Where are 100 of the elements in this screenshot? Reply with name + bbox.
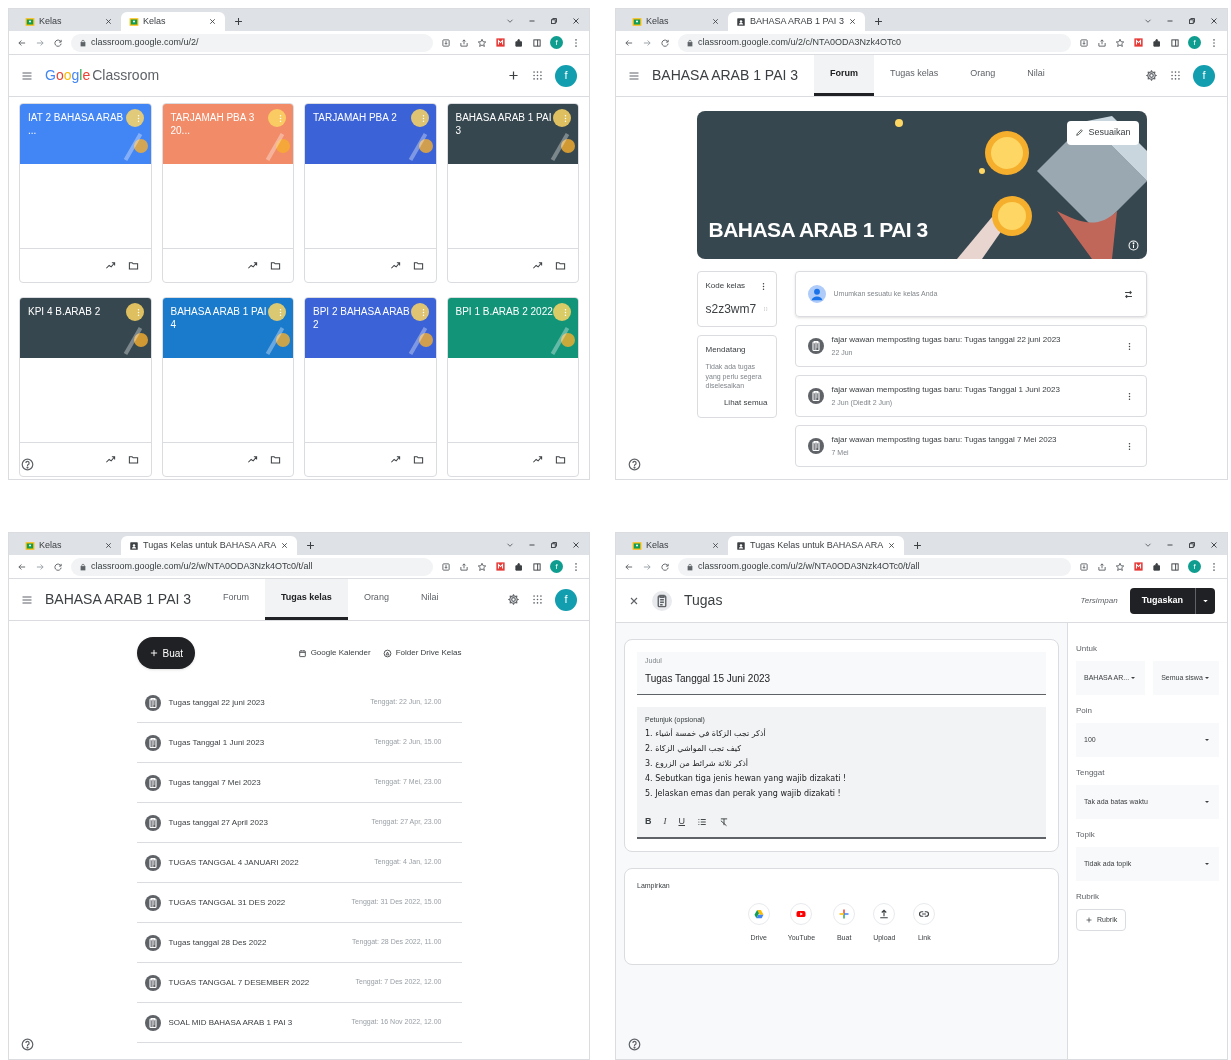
new-tab-icon[interactable] bbox=[872, 16, 884, 27]
progress-chart-icon[interactable] bbox=[532, 260, 543, 271]
reload-icon[interactable] bbox=[660, 37, 670, 48]
folder-icon[interactable] bbox=[127, 260, 139, 271]
class-card[interactable]: BAHASA ARAB 1 PAI 3 bbox=[446, 103, 579, 283]
side-panel-icon[interactable] bbox=[1170, 561, 1180, 572]
browser-tab[interactable]: Kelas bbox=[624, 536, 728, 555]
back-icon[interactable] bbox=[624, 561, 634, 572]
app-logo[interactable]: Google Classroom bbox=[45, 65, 160, 86]
close-tab-icon[interactable] bbox=[104, 541, 113, 550]
new-tab-icon[interactable] bbox=[912, 540, 924, 551]
assign-button[interactable]: Tugaskan bbox=[1129, 587, 1195, 614]
class-card[interactable]: TARJAMAH PBA 2 bbox=[304, 103, 437, 283]
reload-icon[interactable] bbox=[53, 37, 63, 48]
reload-icon[interactable] bbox=[53, 561, 63, 572]
side-panel-icon[interactable] bbox=[1170, 37, 1180, 48]
bold-button[interactable]: B bbox=[645, 815, 652, 829]
address-field[interactable]: classroom.google.com/u/2/w/NTA0ODA3Nzk4OTc0/t/all bbox=[71, 557, 433, 576]
apps-grid-icon[interactable] bbox=[532, 594, 543, 605]
bookmark-star-icon[interactable] bbox=[477, 561, 487, 572]
share-icon[interactable] bbox=[459, 561, 469, 572]
class-name[interactable]: BAHASA ARAB 1 PAI 4 bbox=[170, 306, 272, 331]
reload-icon[interactable] bbox=[660, 561, 670, 572]
close-window-icon[interactable] bbox=[571, 16, 581, 26]
class-card[interactable]: BPI 2 BAHASA ARAB 2 bbox=[304, 297, 437, 477]
new-tab-icon[interactable] bbox=[305, 540, 317, 551]
address-field[interactable]: classroom.google.com/u/2/w/NTA0ODA3Nzk4OTc0/t/all bbox=[678, 557, 1071, 576]
drive-folder-link[interactable]: Folder Drive Kelas bbox=[382, 647, 462, 659]
progress-chart-icon[interactable] bbox=[104, 260, 116, 271]
class-card[interactable]: BPI 1 B.ARAB 2 2022 bbox=[446, 297, 579, 477]
progress-chart-icon[interactable] bbox=[247, 454, 258, 465]
help-icon[interactable] bbox=[628, 458, 641, 471]
address-field[interactable]: classroom.google.com/u/2/ bbox=[71, 33, 433, 52]
settings-icon[interactable] bbox=[507, 593, 520, 606]
folder-icon[interactable] bbox=[555, 454, 566, 465]
info-icon[interactable] bbox=[1127, 240, 1139, 251]
nav-tab[interactable]: Forum bbox=[814, 55, 874, 96]
class-card[interactable]: KPI 4 B.ARAB 2 bbox=[19, 297, 152, 477]
close-tab-icon[interactable] bbox=[711, 541, 720, 550]
close-window-icon[interactable] bbox=[571, 540, 581, 550]
extensions-puzzle-icon[interactable] bbox=[1152, 561, 1162, 572]
extension-icon[interactable] bbox=[495, 561, 506, 572]
restore-icon[interactable] bbox=[549, 540, 559, 550]
browser-tab[interactable]: Kelas bbox=[121, 12, 225, 31]
nav-tab[interactable]: Tugas kelas bbox=[265, 579, 348, 620]
browser-tab[interactable]: BAHASA ARAB 1 PAI 3 bbox=[728, 12, 865, 31]
class-name[interactable]: BAHASA ARAB 1 PAI 3 bbox=[455, 112, 557, 137]
share-icon[interactable] bbox=[459, 37, 469, 48]
nav-tab[interactable]: Forum bbox=[207, 579, 265, 620]
browser-tab[interactable]: Tugas Kelas untuk BAHASA ARA bbox=[121, 536, 298, 555]
close-tab-icon[interactable] bbox=[711, 17, 720, 26]
apps-grid-icon[interactable] bbox=[532, 70, 543, 81]
back-icon[interactable] bbox=[17, 37, 27, 48]
view-all-link[interactable]: Lihat semua bbox=[723, 396, 768, 409]
progress-chart-icon[interactable] bbox=[389, 260, 401, 271]
restore-icon[interactable] bbox=[1187, 16, 1197, 26]
extension-icon[interactable] bbox=[1133, 37, 1144, 48]
help-icon[interactable] bbox=[628, 1038, 641, 1051]
close-tab-icon[interactable] bbox=[104, 17, 113, 26]
customize-button[interactable]: Sesuaikan bbox=[1067, 121, 1139, 145]
new-tab-icon[interactable] bbox=[233, 16, 244, 27]
nav-tab[interactable]: Nilai bbox=[1011, 55, 1061, 96]
folder-icon[interactable] bbox=[270, 454, 281, 465]
extension-icon[interactable] bbox=[1133, 561, 1144, 572]
share-icon[interactable] bbox=[1097, 561, 1107, 572]
dropdown-caret-icon[interactable] bbox=[1195, 587, 1215, 614]
browser-tab[interactable]: Kelas bbox=[624, 12, 728, 31]
underline-button[interactable]: U bbox=[678, 815, 685, 829]
bookmark-star-icon[interactable] bbox=[1115, 561, 1125, 572]
class-name[interactable]: IAT 2 BAHASA ARAB ... bbox=[28, 112, 130, 137]
folder-icon[interactable] bbox=[412, 260, 424, 271]
create-button[interactable]: Buat bbox=[136, 637, 196, 669]
extensions-puzzle-icon[interactable] bbox=[1152, 37, 1162, 48]
calendar-link[interactable]: Google Kalender bbox=[297, 647, 371, 659]
address-field[interactable]: classroom.google.com/u/2/c/NTA0ODA3Nzk4OTc0 bbox=[678, 33, 1071, 52]
extensions-puzzle-icon[interactable] bbox=[514, 37, 524, 48]
folder-icon[interactable] bbox=[555, 260, 566, 271]
folder-icon[interactable] bbox=[270, 260, 281, 271]
nav-tab[interactable]: Nilai bbox=[404, 579, 455, 620]
close-tab-icon[interactable] bbox=[280, 541, 290, 550]
bulleted-list-icon[interactable] bbox=[697, 816, 707, 827]
nav-tab[interactable]: Orang bbox=[954, 55, 1012, 96]
side-panel-icon[interactable] bbox=[532, 37, 542, 48]
help-icon[interactable] bbox=[21, 458, 34, 471]
class-name[interactable]: KPI 4 B.ARAB 2 bbox=[28, 306, 130, 319]
settings-icon[interactable] bbox=[1145, 69, 1158, 82]
browser-tab[interactable]: Kelas bbox=[17, 12, 121, 31]
bookmark-star-icon[interactable] bbox=[477, 37, 487, 48]
extensions-puzzle-icon[interactable] bbox=[514, 561, 524, 572]
close-tab-icon[interactable] bbox=[847, 17, 857, 26]
bookmark-star-icon[interactable] bbox=[1115, 37, 1125, 48]
class-name[interactable]: TARJAMAH PBA 2 bbox=[313, 112, 415, 125]
clear-formatting-icon[interactable] bbox=[719, 816, 729, 827]
restore-icon[interactable] bbox=[549, 16, 559, 26]
back-icon[interactable] bbox=[17, 561, 27, 572]
progress-chart-icon[interactable] bbox=[104, 454, 116, 465]
apps-grid-icon[interactable] bbox=[1170, 70, 1181, 81]
class-name[interactable]: BPI 1 B.ARAB 2 2022 bbox=[455, 306, 557, 319]
class-name[interactable]: BPI 2 BAHASA ARAB 2 bbox=[313, 306, 415, 331]
repost-icon[interactable] bbox=[1122, 288, 1134, 300]
